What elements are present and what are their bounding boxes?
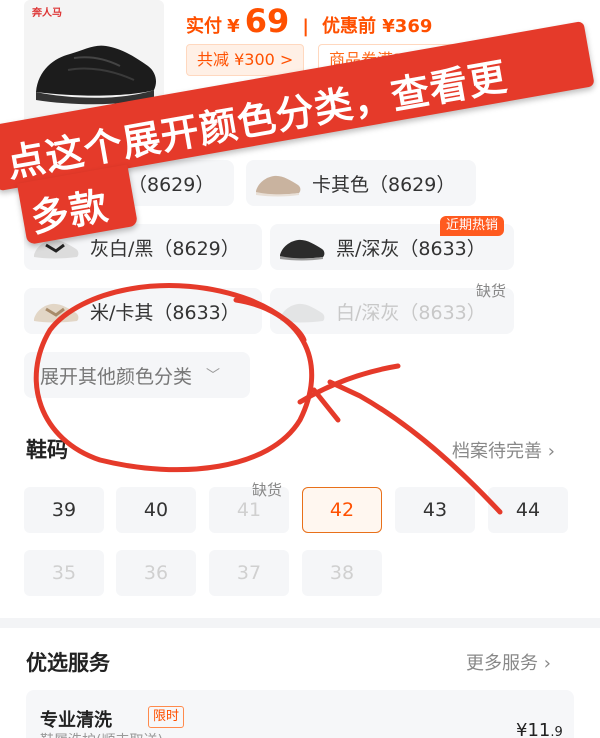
size-profile-link[interactable]: 档案待完善 › [452,437,555,463]
khaki-shoe-thumbnail [256,175,301,197]
service-subtitle: 鞋履洗护(顺丰取送) [40,730,163,738]
discount-detail-chip[interactable]: 共减 ¥300 > [186,44,305,76]
color-option-grey-white-black-8629[interactable]: 灰白/黑（8629） [24,224,262,270]
expand-colors-button[interactable]: 展开其他颜色分类 ﹀ [24,352,250,398]
out-of-stock-badge: 缺货 [252,481,283,499]
color-option-label: 米/卡其（8633） [90,301,240,324]
service-name: 专业清洗 [40,710,112,731]
price-label: 实付 [186,16,222,37]
color-option-label: 灰白/黑（8629） [90,237,240,260]
expand-colors-label: 展开其他颜色分类 [40,365,193,388]
color-option-label: 卡其色（8629） [312,173,456,196]
limited-time-badge: 限时 [148,706,185,728]
color-option-label: 白/深灰（8633） [336,301,486,324]
product-thumbnail[interactable]: 奔人马 [24,0,164,128]
hand-drawn-arrow-head [297,363,401,423]
size-option-44[interactable]: 44 [488,487,568,533]
color-option-label: 黑色（8629） [90,173,215,196]
size-option-35[interactable]: 35 [24,550,104,596]
size-profile-label: 档案待完善 [452,441,542,462]
currency-symbol: ¥ [227,16,240,37]
brand-logo: 奔人马 [32,8,62,19]
price-line: 实付 ¥ 69 | 优惠前 ¥369 [186,2,432,40]
color-option-khaki-8629[interactable]: 卡其色（8629） [246,160,476,206]
color-option-beige-khaki-8633[interactable]: 米/卡其（8633） [24,288,262,334]
size-option-36[interactable]: 36 [116,550,196,596]
color-option-black-8629[interactable]: 黑色（8629） [24,160,234,206]
white-grey-shoe-thumbnail [280,303,325,323]
hot-sale-badge: 近期热销 [440,216,505,236]
section-divider [0,618,600,628]
more-services-link[interactable]: 更多服务 › [466,649,551,675]
black-sneaker-image [36,45,156,105]
service-card-cleaning[interactable]: 专业清洗 限时 鞋履洗护(顺丰取送) ¥11.9 [26,690,574,738]
coupon-chip[interactable]: 商品券满369减300 [318,44,482,76]
chevron-right-icon: › [547,441,555,462]
service-price-main: ¥11 [516,720,551,738]
size-option-42[interactable]: 42 [302,487,382,533]
color-option-label: 黑/深灰（8633） [336,237,486,260]
pre-discount-price: 优惠前 ¥369 [322,16,433,37]
chevron-right-icon: › [543,653,551,674]
black-grey-shoe-thumbnail [280,239,325,261]
size-option-40[interactable]: 40 [116,487,196,533]
size-option-37[interactable]: 37 [209,550,289,596]
more-services-label: 更多服务 [466,653,538,674]
chevron-down-icon: ﹀ [206,368,221,384]
service-price: ¥11.9 [516,720,563,738]
final-price: 69 [244,2,290,40]
size-option-38[interactable]: 38 [302,550,382,596]
services-section-title: 优选服务 [26,651,110,675]
beige-shoe-thumbnail [34,303,79,323]
price-separator: | [302,16,309,37]
size-option-39[interactable]: 39 [24,487,104,533]
black-shoe-thumbnail [34,177,79,195]
grey-white-shoe-thumbnail [34,239,79,259]
service-price-decimal: .9 [550,725,563,738]
size-option-43[interactable]: 43 [395,487,475,533]
out-of-stock-badge: 缺货 [476,282,507,300]
size-section-title: 鞋码 [26,438,68,462]
